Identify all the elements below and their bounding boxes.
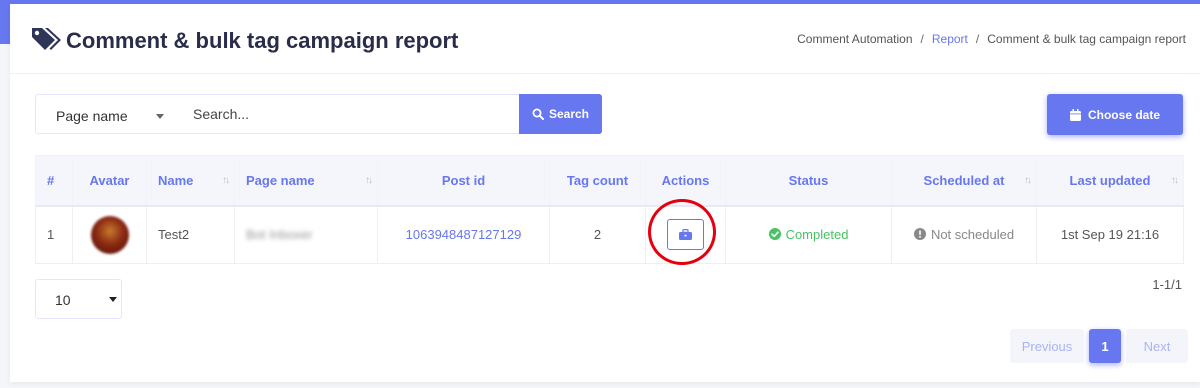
cell-last-updated: 1st Sep 19 21:16 <box>1036 205 1184 264</box>
caret-down-icon <box>109 297 117 302</box>
column-header-scheduled-at[interactable]: Scheduled at ↑↓ <box>891 155 1037 207</box>
search-field-select[interactable]: Page name <box>35 94 180 134</box>
avatar <box>90 215 129 254</box>
column-header-index: # <box>35 155 73 207</box>
breadcrumb-item-report[interactable]: Report <box>932 32 968 46</box>
sort-icon: ↑↓ <box>1171 175 1179 186</box>
sort-icon: ↑↓ <box>1024 175 1032 186</box>
table-info: 1-1/1 <box>1152 277 1182 292</box>
cell-avatar <box>72 205 147 264</box>
scheduled-text: Not scheduled <box>930 226 1015 242</box>
pagination-previous[interactable]: Previous <box>1010 329 1084 363</box>
calendar-icon <box>1069 108 1081 121</box>
report-card: Comment & bulk tag campaign report Comme… <box>10 4 1200 382</box>
cell-tag-count: 2 <box>549 205 646 264</box>
column-header-status: Status <box>725 155 892 207</box>
cell-page-name: Bot Inboxer <box>234 205 378 264</box>
cell-name: Test2 <box>146 205 235 264</box>
column-header-tag-count: Tag count <box>549 155 646 207</box>
pagination-next[interactable]: Next <box>1126 329 1188 363</box>
sort-icon: ↑↓ <box>222 175 230 186</box>
search-button-label: Search <box>548 107 590 121</box>
breadcrumb-separator: / <box>920 32 924 46</box>
page-length-select[interactable]: 10 <box>35 279 122 319</box>
pagination: Previous 1 Next <box>1010 329 1188 363</box>
tags-icon <box>32 28 61 50</box>
cell-post-id: 1063948487127129 <box>377 205 550 264</box>
breadcrumb-separator: / <box>975 32 980 46</box>
breadcrumb-item-current: Comment & bulk tag campaign report <box>987 32 1186 46</box>
check-circle-icon <box>768 228 781 240</box>
breadcrumb: Comment Automation / Report / Comment & bulk… <box>797 32 1186 46</box>
search-icon <box>532 108 544 120</box>
search-input[interactable] <box>179 94 520 134</box>
search-button[interactable]: Search <box>519 94 602 134</box>
page-length-value: 10 <box>55 292 71 308</box>
choose-date-button[interactable]: Choose date <box>1047 94 1183 135</box>
info-circle-icon <box>913 228 926 240</box>
cell-actions <box>645 205 726 264</box>
search-field-select-value: Page name <box>56 108 128 124</box>
column-header-last-updated[interactable]: Last updated ↑↓ <box>1036 155 1184 207</box>
actions-button[interactable] <box>667 219 704 251</box>
table-header-row: # Avatar Name ↑↓ Page name ↑↓ Post id Tag … <box>35 155 1184 207</box>
column-header-avatar: Avatar <box>72 155 147 207</box>
cell-index: 1 <box>35 205 73 264</box>
column-header-name[interactable]: Name ↑↓ <box>146 155 235 207</box>
post-id-link[interactable]: 1063948487127129 <box>406 227 522 242</box>
scheduled-badge: Not scheduled <box>913 226 1015 242</box>
page-title: Comment & bulk tag campaign report <box>66 28 459 53</box>
choose-date-label: Choose date <box>1087 107 1160 122</box>
page-name-text: Bot Inboxer <box>246 227 313 243</box>
sort-icon: ↑↓ <box>365 175 373 186</box>
cell-status: Completed <box>725 205 892 264</box>
briefcase-icon <box>679 229 692 241</box>
breadcrumb-item-comment-automation[interactable]: Comment Automation <box>797 32 912 46</box>
report-table: # Avatar Name ↑↓ Page name ↑↓ Post id Tag … <box>35 155 1184 264</box>
status-text: Completed <box>785 226 849 242</box>
caret-down-icon <box>156 114 164 119</box>
column-header-page-name[interactable]: Page name ↑↓ <box>234 155 378 207</box>
cell-scheduled-at: Not scheduled <box>891 205 1037 264</box>
card-header: Comment & bulk tag campaign report Comme… <box>10 4 1200 74</box>
table-row: 1 Test2 Bot Inboxer 1063948487127129 2 C… <box>35 205 1184 264</box>
status-badge: Completed <box>768 226 849 242</box>
pagination-page-1[interactable]: 1 <box>1089 329 1121 363</box>
column-header-actions: Actions <box>645 155 726 207</box>
column-header-post-id: Post id <box>377 155 550 207</box>
